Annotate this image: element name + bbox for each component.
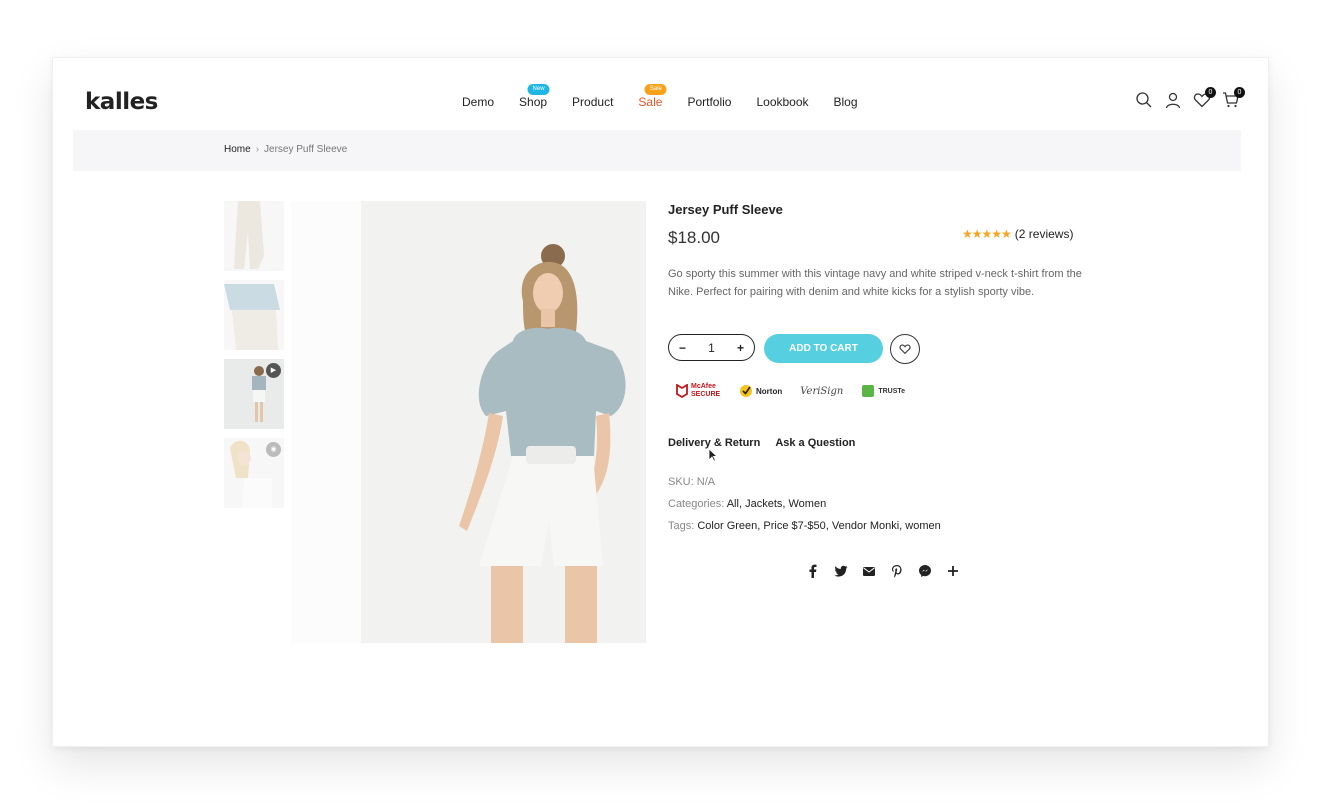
wishlist-count: 0 [1205, 87, 1216, 98]
breadcrumb-separator: › [255, 144, 260, 155]
nav-label: Blog [833, 95, 858, 109]
tag-link[interactable]: Vendor Monki [832, 520, 899, 532]
nav-product[interactable]: Product [572, 95, 613, 109]
product-price: $18.00 [668, 228, 720, 247]
sale-badge: Sale [644, 84, 667, 95]
user-icon[interactable] [1164, 91, 1182, 109]
mouse-cursor-icon [708, 448, 718, 462]
category-link[interactable]: Women [789, 498, 827, 510]
header-icons: 0 0 [1135, 87, 1245, 109]
truste-logo: TRUSTe [861, 384, 905, 398]
product-title: Jersey Puff Sleeve [668, 202, 783, 217]
nav-label: Portfolio [687, 95, 732, 109]
add-to-cart-button[interactable]: ADD TO CART [764, 334, 883, 363]
sku-value: N/A [696, 476, 716, 488]
nav-portfolio[interactable]: Portfolio [687, 95, 731, 109]
quantity-value[interactable]: 1 [708, 341, 715, 355]
thumbnail-2[interactable] [224, 280, 284, 350]
pinterest-icon[interactable] [889, 563, 905, 579]
site-logo[interactable]: kalles [85, 89, 158, 115]
quantity-minus-button[interactable]: − [679, 341, 686, 355]
tags-label: Tags: [668, 520, 695, 532]
product-meta: SKU: N/A Categories: All, Jackets, Women… [668, 471, 941, 537]
breadcrumb-bar: Home › Jersey Puff Sleeve [73, 130, 1241, 171]
twitter-icon[interactable] [833, 563, 849, 579]
page-frame: kalles Demo New Shop Product Sale Sale P… [52, 57, 1269, 747]
facebook-icon[interactable] [805, 563, 821, 579]
nav-lookbook[interactable]: Lookbook [756, 95, 808, 109]
nav-label: Demo [462, 95, 495, 109]
trust-badges: McAfee SECURE Norton VeriSign TRUSTe [676, 383, 905, 399]
camera-icon: ◉ [266, 442, 281, 457]
nav-shop[interactable]: New Shop [519, 84, 550, 109]
quantity-stepper: − 1 + [668, 334, 755, 361]
wishlist-button[interactable] [890, 334, 920, 364]
product-tabs: Delivery & Return Ask a Question [668, 437, 855, 449]
nav-blog[interactable]: Blog [834, 95, 858, 109]
share-buttons [805, 563, 961, 579]
quantity-plus-button[interactable]: + [737, 341, 744, 355]
nav-label: Shop [519, 95, 548, 109]
mcafee-logo: McAfee SECURE [676, 383, 721, 399]
messenger-icon[interactable] [917, 563, 933, 579]
norton-logo: Norton [739, 384, 782, 398]
search-icon[interactable] [1135, 91, 1153, 109]
product-description: Go sporty this summer with this vintage … [668, 268, 1082, 298]
play-icon: ▶ [266, 363, 281, 378]
nav-label: Sale [638, 95, 663, 109]
main-product-image[interactable] [291, 201, 646, 643]
email-icon[interactable] [861, 563, 877, 579]
nav-label: Product [572, 95, 614, 109]
thumbnail-1[interactable] [224, 201, 284, 271]
breadcrumb: Home › Jersey Puff Sleeve [224, 144, 347, 155]
sku-row: SKU: N/A [668, 471, 941, 493]
heart-icon[interactable]: 0 [1193, 87, 1216, 109]
cart-count: 0 [1234, 87, 1245, 98]
category-link[interactable]: All [727, 498, 739, 510]
sku-label: SKU: [668, 476, 694, 488]
category-link[interactable]: Jackets [745, 498, 782, 510]
product-rating[interactable]: ★★★★★ (2 reviews) [962, 227, 1073, 241]
thumbnail-video[interactable]: ▶ [224, 359, 284, 429]
tag-link[interactable]: Color Green [697, 520, 757, 532]
verisign-logo: VeriSign [800, 385, 844, 397]
nav-sale[interactable]: Sale Sale [638, 84, 667, 109]
breadcrumb-home[interactable]: Home [224, 144, 251, 155]
breadcrumb-current: Jersey Puff Sleeve [264, 144, 348, 155]
nav-demo[interactable]: Demo [462, 95, 494, 109]
heart-icon [899, 344, 911, 355]
star-rating-icon: ★★★★★ [962, 227, 1012, 241]
tags-row: Tags: Color Green, Price $7-$50, Vendor … [668, 520, 941, 532]
nav-label: Lookbook [756, 95, 809, 109]
cart-icon[interactable]: 0 [1222, 87, 1245, 109]
tag-link[interactable]: Price $7-$50 [763, 520, 825, 532]
thumbnail-360[interactable]: ◉ [224, 438, 284, 508]
plus-icon[interactable] [945, 563, 961, 579]
tab-ask-question[interactable]: Ask a Question [775, 437, 855, 449]
categories-label: Categories: [668, 498, 725, 510]
new-badge: New [527, 84, 550, 95]
review-count: (2 reviews) [1014, 227, 1074, 241]
categories-row: Categories: All, Jackets, Women [668, 498, 827, 510]
main-nav: Demo New Shop Product Sale Sale Portfoli… [462, 84, 883, 109]
tag-link[interactable]: women [905, 520, 940, 532]
